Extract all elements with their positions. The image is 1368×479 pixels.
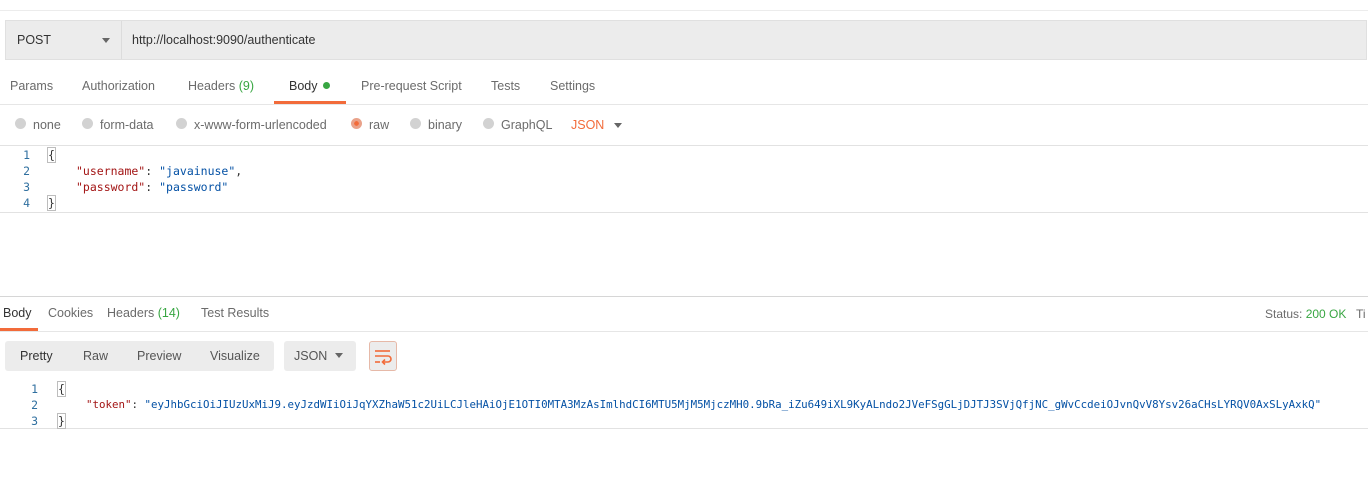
line-number: 1 xyxy=(23,148,30,162)
radio-label-form-data[interactable]: form-data xyxy=(100,118,154,132)
view-mode-group: Pretty Raw Preview Visualize xyxy=(5,341,274,371)
tab-settings[interactable]: Settings xyxy=(550,79,595,103)
body-format-select[interactable]: JSON xyxy=(571,118,604,132)
tab-pre-request-script[interactable]: Pre-request Script xyxy=(361,79,462,103)
radio-label-none[interactable]: none xyxy=(33,118,61,132)
json-value: "javainuse" xyxy=(159,164,236,178)
radio-form-data[interactable] xyxy=(82,118,93,129)
json-key: "token" xyxy=(86,398,132,411)
radio-none[interactable] xyxy=(15,118,26,129)
tab-authorization[interactable]: Authorization xyxy=(82,79,155,103)
chevron-down-icon xyxy=(102,38,110,43)
response-headers-count: (14) xyxy=(157,306,180,320)
method-label: POST xyxy=(17,33,52,47)
json-colon: : xyxy=(131,398,139,411)
json-value: "password" xyxy=(159,180,229,194)
tab-cookies[interactable]: Cookies xyxy=(48,306,93,330)
view-visualize-button[interactable]: Visualize xyxy=(210,349,260,363)
radio-label-raw[interactable]: raw xyxy=(369,118,389,132)
json-colon: : xyxy=(145,164,153,178)
line-number: 4 xyxy=(23,196,30,210)
status-badge: 200 OK xyxy=(1305,307,1347,321)
response-format-select[interactable]: JSON xyxy=(284,341,356,371)
active-tab-underline xyxy=(274,101,346,104)
open-brace: { xyxy=(47,147,56,163)
token-value: "eyJhbGciOiJIUzUxMiJ9.eyJzdWIiOiJqYXZhaW… xyxy=(144,398,1322,411)
radio-label-binary[interactable]: binary xyxy=(428,118,462,132)
tab-test-results[interactable]: Test Results xyxy=(201,306,269,330)
radio-graphql[interactable] xyxy=(483,118,494,129)
time-readout: Ti xyxy=(1356,307,1366,321)
tab-headers[interactable]: Headers (9) xyxy=(188,79,254,103)
response-format-label: JSON xyxy=(294,349,328,363)
radio-label-urlencoded[interactable]: x-www-form-urlencoded xyxy=(194,118,327,132)
line-number: 2 xyxy=(31,398,38,412)
close-brace: } xyxy=(47,195,56,211)
radio-urlencoded[interactable] xyxy=(176,118,187,129)
status-readout: Status: 200 OK xyxy=(1265,307,1347,321)
tab-tests[interactable]: Tests xyxy=(491,79,520,103)
request-bar: POST http://localhost:9090/authenticate xyxy=(5,20,1367,60)
view-preview-button[interactable]: Preview xyxy=(137,349,181,363)
radio-raw[interactable] xyxy=(351,118,362,129)
tab-params[interactable]: Params xyxy=(10,79,53,103)
wrap-lines-icon xyxy=(375,350,392,366)
tab-response-headers[interactable]: Headers (14) xyxy=(107,306,180,330)
chevron-down-icon[interactable] xyxy=(614,123,622,128)
headers-count: (9) xyxy=(238,79,255,93)
line-number: 1 xyxy=(31,382,38,396)
url-input[interactable]: http://localhost:9090/authenticate xyxy=(132,33,315,47)
body-type-options: none form-data x-www-form-urlencoded raw… xyxy=(0,114,1368,136)
tab-body[interactable]: Body xyxy=(289,79,330,103)
request-tabs: Params Authorization Headers (9) Body Pr… xyxy=(0,70,1368,105)
radio-label-graphql[interactable]: GraphQL xyxy=(501,118,552,132)
line-number: 2 xyxy=(23,164,30,178)
line-number: 3 xyxy=(23,180,30,194)
line-number: 3 xyxy=(31,414,38,428)
radio-binary[interactable] xyxy=(410,118,421,129)
json-colon: : xyxy=(145,180,153,194)
close-brace: } xyxy=(57,413,66,429)
open-brace: { xyxy=(57,381,66,397)
json-key: "username" xyxy=(76,164,146,178)
request-body-editor[interactable]: 1 2 3 4 { "username": "javainuse", "pass… xyxy=(0,145,1368,213)
view-raw-button[interactable]: Raw xyxy=(83,349,108,363)
wrap-lines-button[interactable] xyxy=(369,341,397,371)
method-select[interactable]: POST xyxy=(6,21,122,59)
response-tabs: Body Cookies Headers (14) Test Results S… xyxy=(0,297,1368,332)
chevron-down-icon xyxy=(335,353,343,358)
json-key: "password" xyxy=(76,180,146,194)
top-strip xyxy=(0,0,1368,11)
json-comma: , xyxy=(235,164,243,178)
body-indicator-dot xyxy=(322,82,330,89)
view-pretty-button[interactable]: Pretty xyxy=(20,349,53,363)
tab-response-body[interactable]: Body xyxy=(3,306,32,330)
active-tab-underline xyxy=(0,328,38,331)
response-body-viewer[interactable]: 1 2 3 { "token": "eyJhbGciOiJIUzUxMiJ9.e… xyxy=(0,380,1368,429)
